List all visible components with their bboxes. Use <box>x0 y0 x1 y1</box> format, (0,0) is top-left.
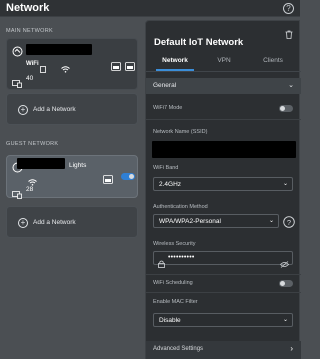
chevron-down-icon: ⌄ <box>268 218 274 224</box>
auth-method-label: Authentication Method <box>153 204 208 210</box>
band-24g-icon <box>103 171 113 189</box>
plus-icon: + <box>18 218 28 228</box>
trash-icon[interactable] <box>285 26 293 44</box>
chevron-right-icon: › <box>290 344 293 353</box>
auth-method-value: WPA/WPA2-Personal <box>159 218 221 225</box>
ssid-label: Network Name (SSID) <box>153 129 208 135</box>
add-network-label: Add a Network <box>33 219 76 226</box>
mac-filter-label: Enable MAC Filter <box>153 299 198 305</box>
wifi-band-select[interactable]: 2.4GHz ⌄ <box>153 177 293 191</box>
devices-icon <box>12 186 22 204</box>
devices-icon <box>12 75 22 93</box>
tab-vpn[interactable]: VPN <box>210 57 238 64</box>
chevron-down-icon: ⌄ <box>282 317 288 323</box>
help-icon[interactable]: ? <box>283 215 295 233</box>
tab-network[interactable]: Network <box>156 57 194 64</box>
wifi7-mode-label: WiFi7 Mode <box>153 105 183 111</box>
guest-network-card[interactable]: Lights 28 <box>6 155 138 199</box>
network-settings-panel: Default IoT Network Network VPN Clients … <box>145 20 301 359</box>
network-logo-icon <box>12 44 23 62</box>
advanced-settings-row[interactable]: Advanced Settings › <box>146 341 301 359</box>
plus-icon: + <box>18 105 28 115</box>
chevron-down-icon: ⌄ <box>282 181 288 187</box>
page-title: Network <box>6 2 50 14</box>
guest-network-name: Lights <box>69 162 87 169</box>
band-5g-icon <box>111 58 121 76</box>
advanced-settings-label: Advanced Settings <box>153 346 204 352</box>
svg-text:?: ? <box>287 218 291 227</box>
add-network-label: Add a Network <box>33 106 76 113</box>
wifi-band-value: 2.4GHz <box>159 181 182 188</box>
band-6g-icon <box>125 58 135 76</box>
help-icon[interactable]: ? <box>283 3 294 14</box>
band-icon <box>40 60 46 78</box>
lock-icon <box>158 255 165 273</box>
wifi7-mode-toggle[interactable] <box>279 105 293 112</box>
tab-divider <box>146 71 301 72</box>
wifi-scheduling-label: WiFi Scheduling <box>153 280 193 286</box>
wifi-band-label: WiFi Band <box>153 165 179 171</box>
main-network-card[interactable]: WiFi 40 <box>6 38 138 90</box>
general-section-header[interactable]: General ⌄ <box>146 78 301 94</box>
main-client-count: 40 <box>26 75 34 82</box>
mac-filter-select[interactable]: Disable ⌄ <box>153 313 293 327</box>
password-value: •••••••••• <box>168 254 195 261</box>
panel-title: Default IoT Network <box>154 37 244 48</box>
divider <box>146 292 301 293</box>
wifi-scheduling-toggle[interactable] <box>279 280 293 287</box>
divider <box>146 119 301 120</box>
wireless-security-input[interactable]: •••••••••• <box>153 251 293 268</box>
wifi-signal-icon <box>61 60 70 78</box>
wifi-badge: WiFi <box>26 61 39 67</box>
guest-network-toggle[interactable] <box>121 173 135 180</box>
add-main-network-button[interactable]: + Add a Network <box>6 93 138 125</box>
redacted-guest-name <box>17 158 65 169</box>
tab-clients[interactable]: Clients <box>254 57 292 64</box>
redacted-network-name <box>26 44 92 55</box>
mac-filter-value: Disable <box>159 317 181 324</box>
panel-tabs: Network VPN Clients <box>146 57 301 71</box>
main-network-section-label: MAIN NETWORK <box>6 28 53 34</box>
general-label: General <box>153 82 177 89</box>
top-bar: Network ? <box>0 0 300 17</box>
chevron-down-icon: ⌄ <box>288 82 294 89</box>
auth-method-select[interactable]: WPA/WPA2-Personal ⌄ <box>153 214 279 228</box>
add-guest-network-button[interactable]: + Add a Network <box>6 206 138 238</box>
eye-off-icon[interactable] <box>280 255 290 273</box>
guest-network-section-label: GUEST NETWORK <box>6 141 59 147</box>
guest-client-count: 28 <box>26 186 34 193</box>
redacted-ssid-field[interactable] <box>152 141 296 158</box>
wireless-security-label: Wireless Security <box>153 241 196 247</box>
divider <box>146 274 301 275</box>
